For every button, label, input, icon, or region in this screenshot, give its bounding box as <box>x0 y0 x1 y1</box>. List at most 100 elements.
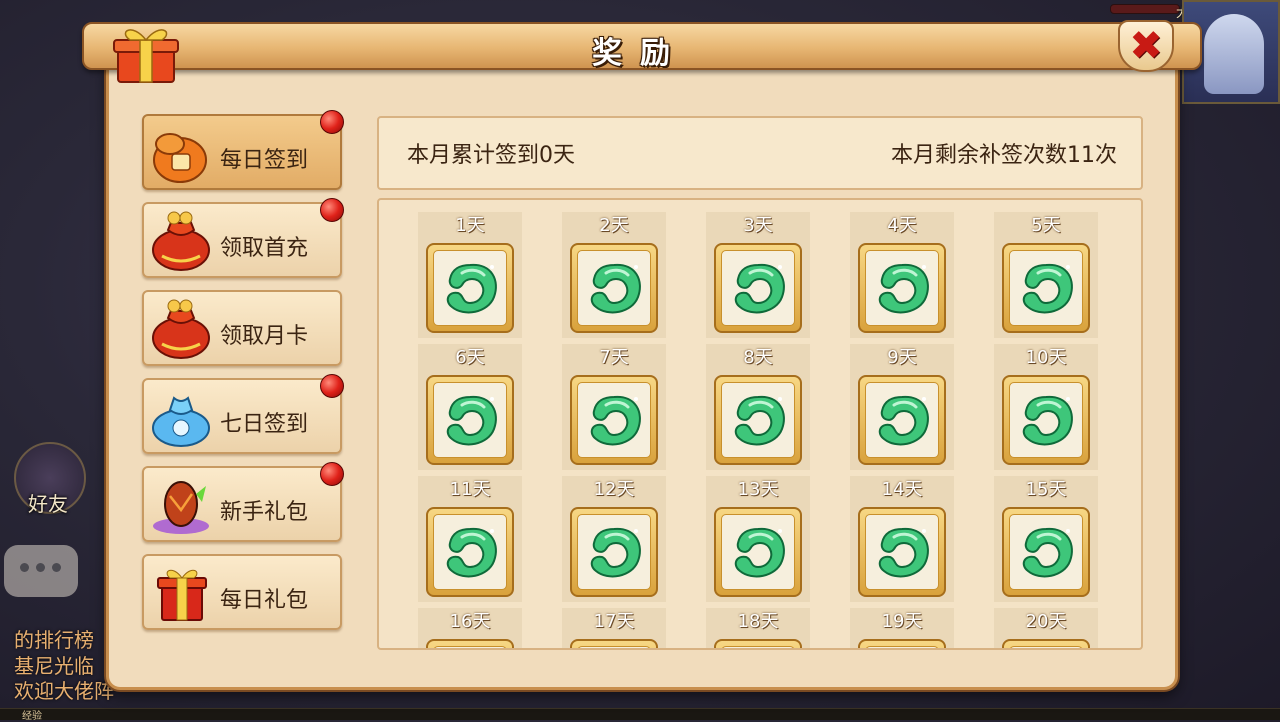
reward-inner <box>721 646 795 648</box>
reward-frame[interactable] <box>714 639 802 648</box>
reward-frame[interactable] <box>570 639 658 648</box>
chat-bubble-icon[interactable] <box>4 545 78 597</box>
reward-inner <box>865 382 939 458</box>
reward-slot <box>706 240 810 338</box>
reward-inner <box>1009 250 1083 326</box>
reward-slot <box>706 504 810 602</box>
reward-slot <box>850 240 954 338</box>
chat-line: 的排行榜 <box>14 628 94 652</box>
friend-label: 好友 <box>28 492 68 516</box>
jade-pendant-icon <box>1022 395 1073 446</box>
close-icon: ✖ <box>1129 23 1163 69</box>
reward-slot <box>850 372 954 470</box>
jade-pendant-icon <box>878 263 929 314</box>
nav-monthly-card[interactable]: 领取月卡 <box>142 290 342 366</box>
signin-grid: 1天 2天 3天 4天 5天 6天 7天 8天 9天 10天 11天 12天 1… <box>377 198 1143 650</box>
reward-slot <box>418 372 522 470</box>
reward-inner <box>721 382 795 458</box>
day-label: 18天 <box>706 608 810 636</box>
reward-frame[interactable] <box>858 375 946 465</box>
reward-inner <box>577 514 651 590</box>
nav-seven-day-signin[interactable]: 七日签到 <box>142 374 344 454</box>
day-label: 11天 <box>418 476 522 504</box>
jade-pendant-icon <box>1022 263 1073 314</box>
reward-frame[interactable] <box>426 507 514 597</box>
reward-frame[interactable] <box>426 243 514 333</box>
reward-slot <box>562 240 666 338</box>
dialog-title: 奖励 <box>592 36 688 71</box>
reward-inner <box>577 646 651 648</box>
jade-pendant-icon <box>590 395 641 446</box>
day-label: 20天 <box>994 608 1098 636</box>
notification-badge <box>320 110 344 134</box>
reward-slot <box>706 636 810 648</box>
reward-inner <box>1009 646 1083 648</box>
nav-first-recharge[interactable]: 领取首充 <box>142 198 344 278</box>
day-label: 6天 <box>418 344 522 372</box>
reward-inner <box>433 250 507 326</box>
reward-frame[interactable] <box>570 375 658 465</box>
nav-daily-signin[interactable]: 每日签到 <box>142 110 344 190</box>
nav-label: 领取月卡 <box>220 324 309 349</box>
reward-frame[interactable] <box>858 243 946 333</box>
reward-slot <box>850 636 954 648</box>
reward-inner <box>1009 514 1083 590</box>
reward-frame[interactable] <box>1002 243 1090 333</box>
jade-pendant-icon <box>734 263 785 314</box>
reward-slot <box>562 504 666 602</box>
nav-newbie-pack[interactable]: 新手礼包 <box>142 462 344 542</box>
reward-slot <box>850 504 954 602</box>
reward-slot <box>418 504 522 602</box>
reward-frame[interactable] <box>714 375 802 465</box>
remaining-makeup-count: 本月剩余补签次数11次 <box>891 143 1117 168</box>
money-bag-icon <box>152 299 210 359</box>
reward-frame[interactable] <box>1002 639 1090 648</box>
reward-inner <box>721 514 795 590</box>
reward-frame[interactable] <box>426 639 514 648</box>
notification-badge <box>320 198 344 222</box>
reward-slot <box>562 636 666 648</box>
day-label: 1天 <box>418 212 522 240</box>
day-label: 4天 <box>850 212 954 240</box>
reward-inner <box>433 514 507 590</box>
day-label: 2天 <box>562 212 666 240</box>
day-label: 15天 <box>994 476 1098 504</box>
reward-frame[interactable] <box>426 375 514 465</box>
reward-frame[interactable] <box>1002 375 1090 465</box>
nav-label: 领取首充 <box>220 236 309 261</box>
reward-frame[interactable] <box>858 507 946 597</box>
money-bag-icon <box>152 211 210 271</box>
reward-inner <box>433 646 507 648</box>
day-label: 12天 <box>562 476 666 504</box>
lucky-bag-icon <box>153 133 207 183</box>
day-label: 5天 <box>994 212 1098 240</box>
jade-pendant-icon <box>878 395 929 446</box>
reward-slot <box>418 636 522 648</box>
day-label: 7天 <box>562 344 666 372</box>
nav-label: 每日礼包 <box>220 588 309 613</box>
reward-slot <box>706 372 810 470</box>
reward-slot <box>994 372 1098 470</box>
gift-icon <box>113 29 179 83</box>
close-button[interactable]: ✖ <box>1118 20 1174 72</box>
day-label: 10天 <box>994 344 1098 372</box>
crystal-egg-icon <box>153 481 209 534</box>
reward-inner <box>577 250 651 326</box>
reward-inner <box>433 382 507 458</box>
day-label: 14天 <box>850 476 954 504</box>
jade-pendant-icon <box>590 263 641 314</box>
reward-frame[interactable] <box>714 507 802 597</box>
avatar-face-icon <box>1204 14 1264 94</box>
reward-slot <box>562 372 666 470</box>
jade-pendant-icon <box>446 395 497 446</box>
day-label: 9天 <box>850 344 954 372</box>
reward-frame[interactable] <box>570 243 658 333</box>
nav-daily-pack[interactable]: 每日礼包 <box>142 554 342 630</box>
day-label: 16天 <box>418 608 522 636</box>
reward-frame[interactable] <box>714 243 802 333</box>
reward-frame[interactable] <box>570 507 658 597</box>
reward-frame[interactable] <box>858 639 946 648</box>
reward-frame[interactable] <box>1002 507 1090 597</box>
exp-bar <box>0 708 1280 720</box>
jade-pendant-icon <box>590 527 641 578</box>
